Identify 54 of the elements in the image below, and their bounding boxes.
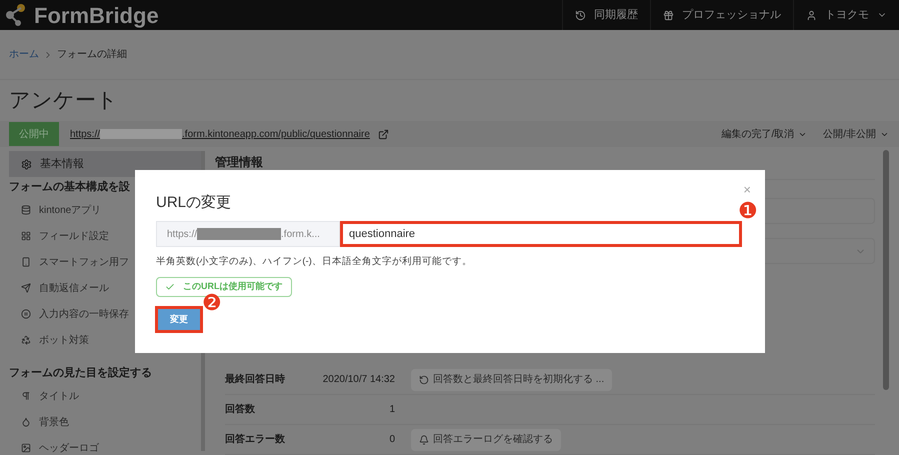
user-icon (806, 10, 817, 20)
stat-label: 回答数 (225, 402, 255, 417)
prefix-text: .form.k... (281, 228, 320, 242)
status-badge: 公開中 (9, 122, 59, 146)
recycle-icon (21, 335, 31, 345)
undo-icon (419, 374, 429, 384)
sidebar-section-title: フォームの見た目を設定する (8, 366, 153, 381)
paragraph-icon (21, 391, 31, 401)
send-icon (21, 283, 31, 293)
sidebar-item[interactable]: 背景色 (9, 409, 201, 435)
check-icon (165, 282, 175, 292)
dropdown-button[interactable]: 編集の完了/取消 (721, 126, 808, 142)
bell-icon (419, 434, 429, 444)
stat-value: 0 (389, 433, 395, 447)
drop-icon (21, 417, 31, 427)
stat-label: 回答エラー数 (225, 432, 285, 447)
grid-icon (21, 231, 31, 241)
breadcrumb-link[interactable]: ホーム (9, 47, 39, 62)
external-link-icon[interactable] (378, 128, 389, 140)
image-icon (21, 443, 31, 453)
history-icon (575, 10, 586, 20)
dropdown-button[interactable]: 公開/非公開 (823, 126, 889, 142)
header-menu-item[interactable]: トヨクモ (793, 0, 899, 30)
database-icon (21, 205, 31, 215)
header-menu-item[interactable]: プロフェッショナル (650, 0, 793, 30)
close-button[interactable]: × (743, 180, 751, 200)
gift-icon (663, 10, 674, 20)
section-heading: 管理情報 (215, 154, 264, 171)
change-button[interactable]: 変更 (155, 306, 203, 333)
prefix-text: https:// (167, 228, 198, 242)
stat-value: 1 (389, 403, 395, 417)
sidebar-item[interactable]: タイトル (9, 383, 201, 409)
sidebar-item[interactable]: ヘッダーロゴ (9, 435, 201, 455)
stat-label: 最終回答日時 (225, 372, 285, 387)
sidebar-item[interactable]: 基本情報 (9, 151, 201, 177)
action-button[interactable]: 回答エラーログを確認する (411, 428, 561, 450)
sidebar-section-title: フォームの基本構成を設 (8, 180, 131, 195)
slug-input[interactable]: questionnaire (340, 221, 742, 247)
url-text[interactable]: https:// (70, 126, 100, 142)
dialog-title: URLの変更 (156, 193, 232, 213)
pause-icon (21, 309, 31, 319)
gear-icon (21, 158, 32, 170)
hint-text: 半角英数(小文字のみ)、ハイフン(-)、日本語全角文字が利用可能です。 (156, 255, 472, 269)
app-logo[interactable]: FormBridge (34, 0, 159, 32)
step-number: ❷ (202, 293, 222, 315)
availability-text: このURLは使用可能です (183, 280, 282, 294)
phone-icon (21, 257, 31, 267)
header-menu-item[interactable]: 同期履歴 (562, 0, 650, 30)
action-button[interactable]: 回答数と最終回答日時を初期化する ... (411, 368, 612, 390)
breadcrumb-current: フォームの詳細 (57, 48, 127, 62)
page-title: アンケート (8, 88, 119, 114)
stat-value: 2020/10/7 14:32 (322, 373, 395, 387)
url-text[interactable]: .form.kintoneapp.com/public/questionnaire (182, 126, 370, 142)
step-number: ❶ (738, 201, 758, 223)
